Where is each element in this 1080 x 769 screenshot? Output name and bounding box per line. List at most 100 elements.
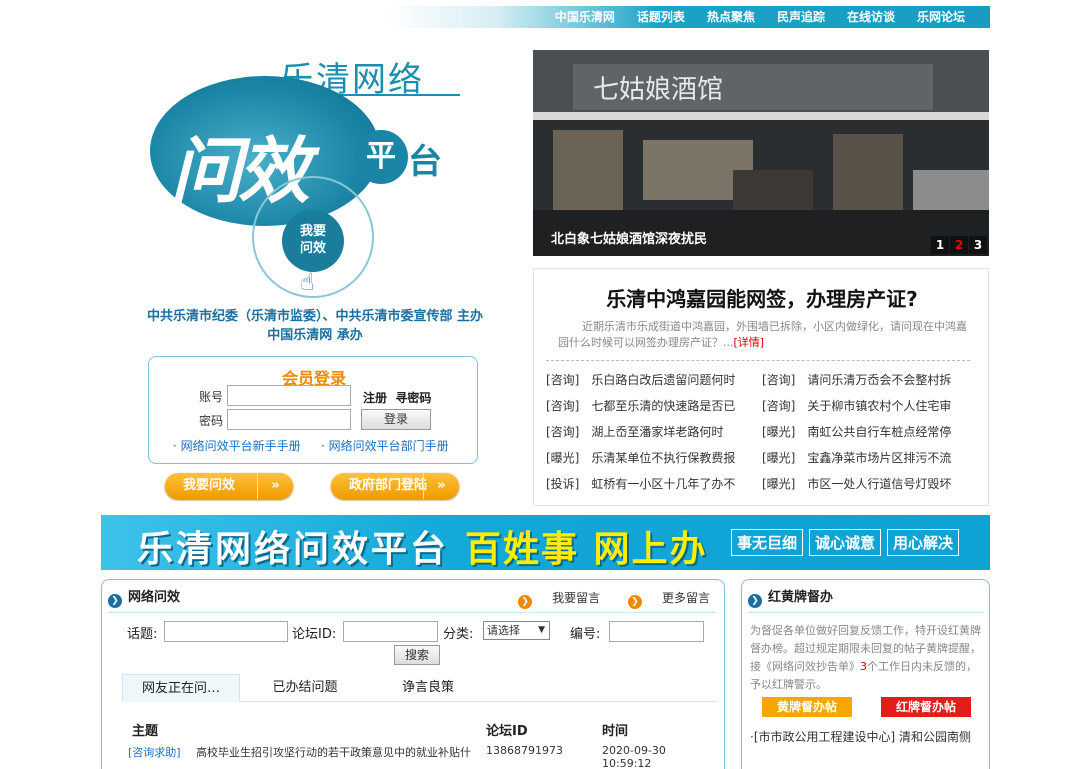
login-button[interactable]: 登录 (361, 409, 431, 430)
topic-item[interactable]: [咨询] 湖上岙至潘家垟老路何时 (546, 423, 754, 440)
forum-id-label: 论坛ID: (292, 627, 337, 642)
dashed-divider (546, 360, 970, 361)
topic-row: [曝光] 乐清某单位不执行保教费报 [曝光] 宝鑫净菜市场片区排污不流 (546, 449, 986, 475)
card-panel-description: 为督促各单位做好回复反馈工作，特开设红黄牌督办榜。超过规定期限未回复的帖子黄牌提… (750, 622, 986, 694)
topic-item[interactable]: [曝光] 宝鑫净菜市场片区排污不流 (762, 449, 970, 466)
tab-asking[interactable]: 网友正在问… (122, 674, 240, 702)
nav-link-hot[interactable]: 热点聚焦 (696, 6, 766, 28)
red-card-button[interactable]: 红牌督办帖 (881, 697, 971, 717)
ask-effect-label: 我要问效 (183, 478, 236, 493)
banner-main-text: 乐清网络问效平台 (137, 529, 450, 570)
leave-message-link[interactable]: ❯ 我要留言 (506, 591, 601, 609)
table-row[interactable]: [咨询求助] 高校毕业生招引攻坚行动的若干政策意见中的就业补贴什 1386879… (128, 744, 718, 769)
more-messages-label: 更多留言 (661, 591, 710, 605)
newbie-manual-link[interactable]: · 网络问效平台新手手册 (173, 437, 301, 454)
password-input[interactable] (227, 409, 351, 430)
topic-item[interactable]: [咨询] 乐白路白改后遗留问题何时 (546, 371, 754, 388)
login-links: 注册 寻密码 (363, 389, 431, 406)
topic-item[interactable]: [曝光] 市区一处人行道信号灯毁坏 (762, 475, 970, 492)
topic-text: 七都至乐清的快速路是否已 (591, 399, 736, 413)
details-link[interactable]: [详情] (734, 336, 765, 349)
topic-text: 乐白路白改后遗留问题何时 (591, 373, 736, 387)
carousel-page-2[interactable]: 2 (950, 236, 968, 254)
panel-title: 红黄牌督办 (768, 590, 834, 605)
carousel-page-1[interactable]: 1 (931, 236, 949, 254)
topic-tag: [咨询] (546, 399, 580, 413)
tab-suggestions[interactable]: 诤言良策 (378, 674, 478, 702)
ask-circle-button[interactable]: 我要 问效 (282, 210, 344, 272)
topic-text: 南虹公共自行车桩点经常停 (807, 425, 952, 439)
panel-divider (748, 612, 984, 613)
row-title[interactable]: 高校毕业生招引攻坚行动的若干政策意见中的就业补贴什 (196, 744, 476, 760)
top-nav: 中国乐清网 话题列表 热点聚焦 民声追踪 在线访谈 乐网论坛 (388, 6, 990, 28)
topic-tag: [咨询] (546, 425, 580, 439)
news-carousel[interactable]: 七姑娘酒馆 北白象七姑娘酒馆深夜扰民 1 2 3 (533, 50, 989, 256)
nav-link-home[interactable]: 中国乐清网 (544, 6, 626, 28)
register-link[interactable]: 注册 (363, 391, 387, 405)
platform-logo: 乐清网络 问效 平 台 我要 问效 ☝ (140, 50, 480, 310)
topic-tag: [投诉] (546, 477, 580, 491)
forum-id-input[interactable] (343, 621, 438, 642)
topic-tag: [曝光] (762, 477, 796, 491)
gov-login-button[interactable]: 政府部门登陆 » (331, 473, 459, 499)
sponsor-line2: 中国乐清网 承办 (267, 328, 363, 343)
carousel-page-3[interactable]: 3 (969, 236, 987, 254)
topic-item[interactable]: [咨询] 七都至乐清的快速路是否已 (546, 397, 754, 414)
more-messages-link[interactable]: ❯ 更多留言 (616, 591, 710, 609)
card-list-item[interactable]: ·[市市政公用工程建设中心] 清和公园南侧 (750, 728, 971, 745)
banner-tags: 事无巨细 诚心诚意 用心解决 (731, 529, 965, 556)
nav-link-interview[interactable]: 在线访谈 (836, 6, 906, 28)
topic-item[interactable]: [咨询] 请问乐清万岙会不会整村拆 (762, 371, 970, 388)
col-header-topic: 主题 (132, 724, 159, 739)
topic-text: 虹桥有一小区十几年了办不 (591, 477, 736, 491)
carousel-caption[interactable]: 北白象七姑娘酒馆深夜扰民 (551, 228, 707, 247)
red-yellow-card-panel: ❯ 红黄牌督办 为督促各单位做好回复反馈工作，特开设红黄牌督办榜。超过规定期限未回… (741, 579, 990, 769)
topic-text: 湖上岙至潘家垟老路何时 (591, 425, 724, 439)
gov-login-label: 政府部门登陆 (349, 478, 428, 493)
panel-divider (108, 612, 716, 613)
yellow-card-button[interactable]: 黄牌督办帖 (762, 697, 852, 717)
leave-message-label: 我要留言 (552, 591, 601, 605)
topic-text: 市区一处人行道信号灯毁坏 (807, 477, 952, 491)
topic-label: 话题: (127, 627, 158, 642)
password-label: 密码 (199, 414, 224, 428)
search-button[interactable]: 搜索 (394, 645, 440, 665)
topic-item[interactable]: [投诉] 虹桥有一小区十几年了办不 (546, 475, 754, 492)
nav-link-forum[interactable]: 乐网论坛 (906, 6, 976, 28)
topic-row: [咨询] 湖上岙至潘家垟老路何时 [曝光] 南虹公共自行车桩点经常停 (546, 423, 986, 449)
ask-effect-button[interactable]: 我要问效 » (165, 473, 293, 499)
arrow-circle-icon: ❯ (108, 594, 122, 608)
carousel-photo: 七姑娘酒馆 (533, 50, 989, 256)
topic-item[interactable]: [咨询] 关于柳市镇农村个人住宅审 (762, 397, 970, 414)
nav-link-voice[interactable]: 民声追踪 (766, 6, 836, 28)
featured-topic-summary: 近期乐清市乐成街道中鸿嘉园，外围墙已拆除，小区内做绿化，请问现在中鸿嘉园什么时候… (558, 319, 968, 351)
find-password-link[interactable]: 寻密码 (395, 391, 431, 405)
topic-item[interactable]: [曝光] 乐清某单位不执行保教费报 (546, 449, 754, 466)
row-tag[interactable]: [咨询求助] (128, 744, 181, 760)
featured-topic-title[interactable]: 乐清中鸿嘉园能网签，办理房产证? (534, 283, 990, 312)
sponsor-line1: 中共乐清市纪委（乐清市监委）、中共乐清市委宣传部 主办 (146, 309, 484, 324)
topic-text: 关于柳市镇农村个人住宅审 (807, 399, 952, 413)
double-arrow-icon: » (257, 473, 293, 499)
banner-slogan: 百姓事 网上办 (465, 529, 708, 570)
topic-search-input[interactable] (164, 621, 288, 642)
row-forum-id: 13868791973 (486, 744, 563, 757)
tab-resolved[interactable]: 已办结问题 (252, 674, 358, 702)
forum-tabs: 网友正在问… 已办结问题 诤言良策 (122, 674, 718, 702)
col-header-time: 时间 (602, 724, 629, 739)
featured-topic-box: 乐清中鸿嘉园能网签，办理房产证? 近期乐清市乐成街道中鸿嘉园，外围墙已拆除，小区… (533, 268, 989, 506)
number-input[interactable] (609, 621, 704, 642)
logo-ping-circle: 平 (354, 130, 408, 184)
double-arrow-icon: » (423, 473, 459, 499)
account-input[interactable] (227, 385, 351, 406)
category-value: 请选择 (487, 624, 520, 637)
category-select[interactable]: 请选择 ▼ (483, 621, 550, 640)
banner-tag: 诚心诚意 (809, 529, 882, 556)
nav-link-topics[interactable]: 话题列表 (626, 6, 696, 28)
member-login-box: 会员登录 账号 密码 注册 寻密码 登录 · 网络问效平台新手手册 · 网络问效… (148, 356, 478, 464)
department-manual-link[interactable]: · 网络问效平台部门手册 (321, 437, 449, 454)
banner-tag: 用心解决 (887, 529, 960, 556)
topic-text: 请问乐清万岙会不会整村拆 (807, 373, 952, 387)
topic-item[interactable]: [曝光] 南虹公共自行车桩点经常停 (762, 423, 970, 440)
category-label: 分类: (443, 627, 474, 642)
